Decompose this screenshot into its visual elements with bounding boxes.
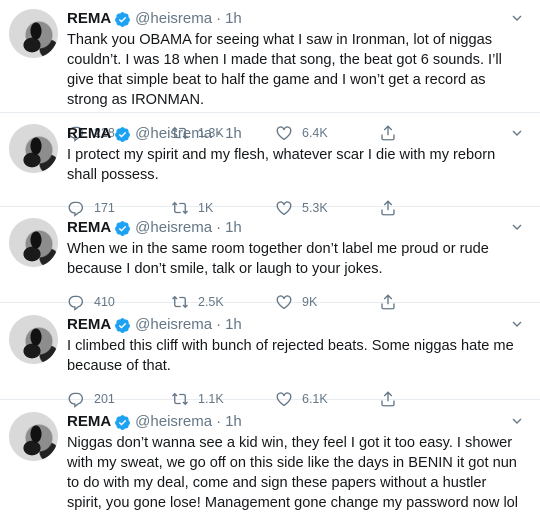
- timestamp[interactable]: 1h: [225, 412, 242, 432]
- tweet[interactable]: REMA @heisrema · 1h When we in the same …: [0, 207, 540, 311]
- avatar[interactable]: [9, 218, 58, 267]
- tweet-feed: REMA @heisrema · 1h Thank you OBAMA for …: [0, 0, 540, 514]
- chevron-down-icon[interactable]: [508, 218, 526, 236]
- display-name[interactable]: REMA: [67, 412, 111, 432]
- display-name[interactable]: REMA: [67, 9, 111, 29]
- separator-dot: ·: [216, 10, 222, 27]
- handle[interactable]: @heisrema: [135, 218, 212, 238]
- chevron-down-icon[interactable]: [508, 124, 526, 142]
- tweet-body: REMA @heisrema · 1h When we in the same …: [67, 218, 530, 311]
- avatar[interactable]: [9, 9, 58, 58]
- chevron-down-icon[interactable]: [508, 9, 526, 27]
- handle[interactable]: @heisrema: [135, 315, 212, 335]
- verified-badge-icon: [114, 126, 131, 143]
- tweet-body: REMA @heisrema · 1h I climbed this cliff…: [67, 315, 530, 408]
- separator-dot: ·: [216, 219, 222, 236]
- tweet-text: When we in the same room together don’t …: [67, 241, 489, 277]
- display-name[interactable]: REMA: [67, 315, 111, 335]
- tweet-text: Niggas don’t wanna see a kid win, they f…: [67, 435, 519, 511]
- separator-dot: ·: [216, 413, 222, 430]
- handle[interactable]: @heisrema: [135, 9, 212, 29]
- display-name[interactable]: REMA: [67, 218, 111, 238]
- chevron-down-icon[interactable]: [508, 412, 526, 430]
- timestamp[interactable]: 1h: [225, 124, 242, 144]
- avatar[interactable]: [9, 124, 58, 173]
- tweet[interactable]: REMA @heisrema · 1h Niggas don’t wanna s…: [0, 400, 540, 514]
- tweet-body: REMA @heisrema · 1h Niggas don’t wanna s…: [67, 412, 530, 514]
- tweet-body: REMA @heisrema · 1h I protect my spirit …: [67, 124, 530, 217]
- handle[interactable]: @heisrema: [135, 412, 212, 432]
- tweet-header: REMA @heisrema · 1h: [67, 315, 530, 335]
- verified-badge-icon: [114, 220, 131, 237]
- tweet-body: REMA @heisrema · 1h Thank you OBAMA for …: [67, 9, 530, 142]
- verified-badge-icon: [114, 414, 131, 431]
- tweet-header: REMA @heisrema · 1h: [67, 124, 530, 144]
- verified-badge-icon: [114, 317, 131, 334]
- separator-dot: ·: [216, 316, 222, 333]
- tweet[interactable]: REMA @heisrema · 1h I protect my spirit …: [0, 113, 540, 217]
- tweet-text: Thank you OBAMA for seeing what I saw in…: [67, 32, 502, 108]
- avatar[interactable]: [9, 315, 58, 364]
- timestamp[interactable]: 1h: [225, 9, 242, 29]
- tweet-header: REMA @heisrema · 1h: [67, 412, 530, 432]
- timestamp[interactable]: 1h: [225, 218, 242, 238]
- separator-dot: ·: [216, 125, 222, 142]
- chevron-down-icon[interactable]: [508, 315, 526, 333]
- display-name[interactable]: REMA: [67, 124, 111, 144]
- tweet-text: I climbed this cliff with bunch of rejec…: [67, 338, 514, 374]
- timestamp[interactable]: 1h: [225, 315, 242, 335]
- tweet[interactable]: REMA @heisrema · 1h Thank you OBAMA for …: [0, 0, 540, 142]
- tweet-header: REMA @heisrema · 1h: [67, 218, 530, 238]
- verified-badge-icon: [114, 11, 131, 28]
- tweet[interactable]: REMA @heisrema · 1h I climbed this cliff…: [0, 303, 540, 408]
- tweet-text: I protect my spirit and my flesh, whatev…: [67, 147, 496, 183]
- avatar[interactable]: [9, 412, 58, 461]
- tweet-header: REMA @heisrema · 1h: [67, 9, 530, 29]
- handle[interactable]: @heisrema: [135, 124, 212, 144]
